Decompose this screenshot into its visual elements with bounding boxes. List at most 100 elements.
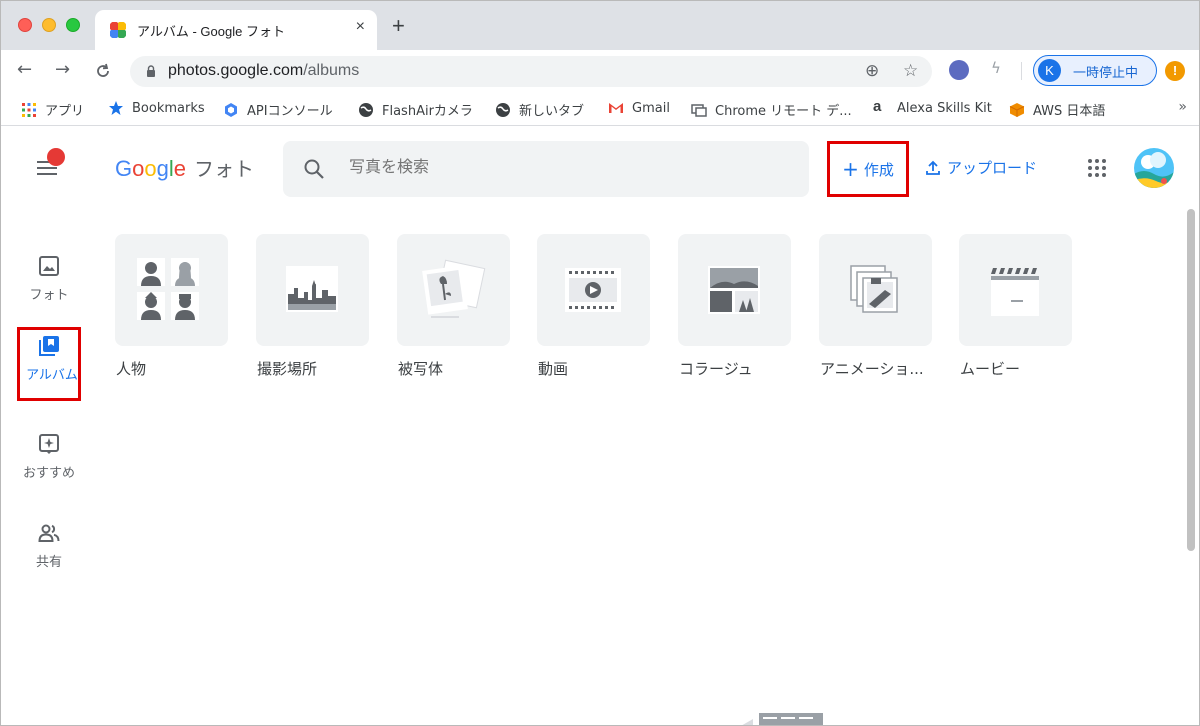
browser-window: アルバム - Google フォト × + ← → photos.google.… [0, 0, 1200, 726]
bookmark-label: アプリ [45, 104, 85, 119]
album-thumbnail [959, 234, 1072, 346]
upload-icon [926, 160, 940, 175]
extension-check-icon[interactable] [949, 60, 969, 80]
globe-icon [359, 102, 373, 117]
google-photos-logo[interactable]: Google フォト [115, 153, 254, 182]
album-thumbnail [819, 234, 932, 346]
bookmark-aws[interactable]: AWS 日本語 [1009, 100, 1105, 119]
sidebar-item-label: おすすめ [22, 466, 75, 481]
extension-bolt-icon[interactable]: ϟ [991, 59, 1001, 77]
new-tab-button[interactable]: + [392, 15, 405, 37]
logo-letter: g [156, 156, 169, 181]
search-box[interactable] [283, 141, 809, 197]
bookmark-api-console[interactable]: APIコンソール [223, 100, 333, 119]
sidebar-item-sharing[interactable]: 共有 [17, 514, 81, 586]
album-tile-label: 被写体 [398, 360, 444, 378]
album-tile-label: コラージュ [679, 360, 753, 378]
city-icon [286, 266, 338, 312]
upload-label: アップロード [947, 159, 1038, 177]
empty-state-illustration [742, 713, 823, 725]
apps-grid-icon [22, 102, 36, 117]
album-thumbnail [678, 234, 791, 346]
sparkle-icon [39, 434, 59, 454]
bookmarks-overflow-button[interactable]: » [1178, 99, 1187, 115]
animation-icon [850, 265, 898, 313]
album-thumbnail [256, 234, 369, 346]
aws-cube-icon [1009, 102, 1025, 117]
url-host: photos.google.com [168, 62, 304, 79]
album-tile-videos[interactable]: 動画 [537, 234, 650, 378]
album-tile-label: 動画 [538, 360, 569, 378]
hexagon-icon [225, 102, 237, 117]
logo-letter: e [173, 156, 187, 181]
bookmark-label: 新しいタブ [519, 104, 585, 119]
notification-dot [47, 148, 65, 166]
video-icon [565, 268, 621, 312]
photos-header: Googleフォト + 作成 アップロード [1, 127, 1199, 209]
search-icon[interactable] [303, 158, 325, 180]
sidebar-item-albums[interactable]: アルバム [17, 327, 81, 401]
add-circle-icon[interactable]: ⊕ [865, 61, 879, 81]
people-grid-icon [137, 258, 199, 320]
album-tile-collages[interactable]: コラージュ [678, 234, 791, 378]
gmail-icon [609, 103, 623, 113]
back-arrow-icon[interactable]: ← [17, 60, 32, 80]
album-tile-label: 撮影場所 [257, 360, 318, 378]
toolbar-divider [1021, 62, 1022, 80]
account-avatar[interactable] [1134, 148, 1174, 188]
update-alert-icon[interactable]: ! [1165, 61, 1185, 81]
bookmark-bookmarks[interactable]: Bookmarks [108, 100, 205, 116]
album-tile-animations[interactable]: アニメーショ... [819, 234, 932, 378]
url-text: photos.google.com/albums [168, 62, 359, 80]
tab-strip: アルバム - Google フォト × + [1, 1, 1199, 50]
forward-arrow-icon[interactable]: → [55, 60, 70, 80]
album-tile-places[interactable]: 撮影場所 [256, 234, 369, 378]
sidebar-item-photos[interactable]: フォト [17, 247, 81, 319]
album-tile-label: ムービー [960, 360, 1021, 378]
bookmark-alexa[interactable]: a Alexa Skills Kit [873, 99, 992, 116]
page-scrollbar[interactable] [1187, 209, 1195, 551]
bookmark-star-icon[interactable]: ☆ [903, 61, 918, 81]
album-tile-movies[interactable]: ムービー [959, 234, 1072, 378]
bookmark-flashair[interactable]: FlashAirカメラ [358, 100, 473, 119]
photo-icon [39, 256, 59, 276]
browser-toolbar: ← → photos.google.com/albums ⊕ ☆ ϟ K 一時停… [1, 50, 1199, 92]
logo-letter: G [115, 156, 133, 181]
sidebar-item-label: フォト [29, 288, 69, 303]
album-tile-label: アニメーショ... [820, 360, 924, 378]
bookmark-label: AWS 日本語 [1033, 104, 1106, 119]
album-tile-people[interactable]: 人物 [115, 234, 228, 378]
minimize-window-button[interactable] [42, 18, 56, 32]
upload-button[interactable]: アップロード [925, 157, 1037, 178]
create-label: 作成 [863, 160, 894, 179]
create-button[interactable]: + 作成 [827, 141, 909, 197]
album-thumbnail [537, 234, 650, 346]
plus-icon: + [842, 157, 859, 181]
browser-tab-active[interactable]: アルバム - Google フォト × [95, 10, 377, 50]
profile-button[interactable]: K 一時停止中 [1033, 55, 1157, 86]
google-apps-icon[interactable] [1088, 159, 1106, 177]
bookmark-new-tab[interactable]: 新しいタブ [495, 100, 584, 119]
search-input[interactable] [349, 157, 789, 176]
clapperboard-icon [991, 268, 1039, 316]
remote-desktop-icon [691, 103, 707, 117]
reload-icon[interactable] [94, 62, 112, 80]
address-bar[interactable]: photos.google.com/albums ⊕ ☆ [130, 56, 932, 87]
bookmark-apps[interactable]: アプリ [21, 100, 84, 119]
bookmark-chrome-remote[interactable]: Chrome リモート デ... [691, 100, 852, 119]
tab-close-icon[interactable]: × [356, 18, 365, 36]
maximize-window-button[interactable] [66, 18, 80, 32]
bookmark-gmail[interactable]: Gmail [608, 100, 670, 116]
profile-status-label: 一時停止中 [1073, 66, 1139, 81]
album-tile-things[interactable]: 被写体 [397, 234, 510, 378]
sidebar-item-suggestions[interactable]: おすすめ [17, 425, 81, 497]
album-thumbnail [115, 234, 228, 346]
collage-icon [708, 266, 760, 314]
url-path: /albums [303, 62, 360, 79]
bookmark-label: Chrome リモート デ... [715, 104, 852, 119]
bookmark-label: Alexa Skills Kit [897, 100, 992, 116]
close-window-button[interactable] [18, 18, 32, 32]
people-icon [38, 524, 60, 542]
bookmark-label: APIコンソール [247, 104, 333, 119]
star-icon [109, 101, 123, 115]
